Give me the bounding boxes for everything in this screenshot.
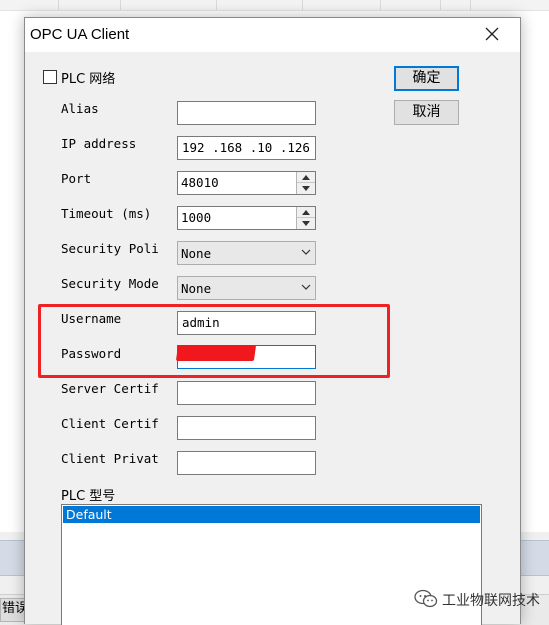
port-spinner[interactable]: 48010 (177, 171, 316, 195)
dialog-title: OPC UA Client (30, 26, 130, 43)
client-cert-input[interactable] (177, 416, 316, 440)
dialog-titlebar: OPC UA Client (25, 18, 520, 52)
security-mode-select[interactable]: None (177, 276, 316, 300)
security-policy-value: None (181, 246, 212, 261)
client-private-key-input[interactable] (177, 451, 316, 475)
timeout-value: 1000 (181, 210, 212, 225)
alias-label: Alias (61, 101, 99, 116)
port-value: 48010 (181, 175, 219, 190)
plc-model-label: PLC 型号 (61, 489, 116, 504)
client-cert-label: Client Certif (61, 416, 159, 431)
chevron-down-icon (301, 249, 311, 255)
cancel-button[interactable]: 取消 (394, 100, 459, 125)
arrow-up-icon (302, 210, 310, 215)
arrow-down-icon (302, 186, 310, 191)
timeout-increment-button[interactable] (297, 207, 315, 218)
server-cert-input[interactable] (177, 381, 316, 405)
plc-network-checkbox[interactable] (43, 70, 57, 84)
watermark: 工业物联网技术 (414, 588, 546, 614)
security-policy-select[interactable]: None (177, 241, 316, 265)
timeout-decrement-button[interactable] (297, 218, 315, 229)
timeout-spinner[interactable]: 1000 (177, 206, 316, 230)
wechat-icon (414, 589, 438, 608)
arrow-up-icon (302, 175, 310, 180)
arrow-down-icon (302, 221, 310, 226)
list-item[interactable]: Default (63, 506, 480, 523)
security-mode-value: None (181, 281, 212, 296)
timeout-label: Timeout (ms) (61, 206, 152, 221)
close-icon[interactable] (484, 26, 500, 42)
watermark-text: 工业物联网技术 (442, 593, 540, 609)
client-private-key-label: Client Privat (61, 451, 159, 466)
background-toolbar (0, 0, 549, 11)
plc-network-label: PLC 网络 (61, 72, 116, 87)
alias-input[interactable] (177, 101, 316, 125)
chevron-down-icon (301, 284, 311, 290)
security-mode-label: Security Mode (61, 276, 159, 291)
port-decrement-button[interactable] (297, 183, 315, 194)
security-policy-label: Security Poli (61, 241, 159, 256)
port-increment-button[interactable] (297, 172, 315, 183)
ip-address-input[interactable]: 192 .168 .10 .126 (177, 136, 316, 160)
ok-button[interactable]: 确定 (394, 66, 459, 91)
ip-address-label: IP address (61, 136, 137, 151)
port-label: Port (61, 171, 92, 186)
server-cert-label: Server Certif (61, 381, 159, 396)
opc-ua-client-dialog: OPC UA Client PLC 网络 确定 取消 Alias IP addr… (24, 17, 521, 625)
credentials-highlight-box (38, 304, 390, 378)
